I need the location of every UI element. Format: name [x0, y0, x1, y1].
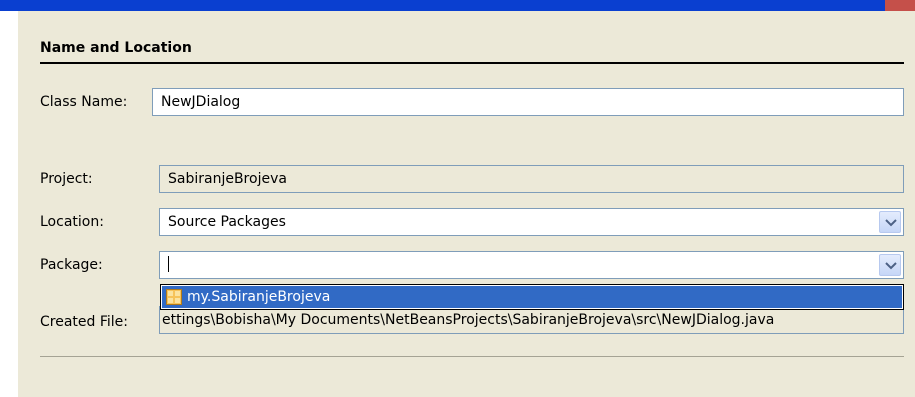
- bottom-divider: [40, 356, 904, 357]
- location-combo[interactable]: Source Packages: [159, 208, 904, 236]
- created-file-field: ettings\Bobisha\My Documents\NetBeansPro…: [159, 306, 904, 334]
- dialog-panel: [18, 11, 915, 397]
- location-dropdown-button[interactable]: [879, 211, 901, 233]
- project-label: Project:: [40, 171, 93, 187]
- chevron-down-icon: [885, 262, 897, 270]
- package-icon: [166, 289, 182, 305]
- package-dropdown-button[interactable]: [879, 254, 901, 276]
- class-name-input[interactable]: NewJDialog: [152, 88, 904, 116]
- package-label: Package:: [40, 257, 103, 273]
- location-value: Source Packages: [168, 214, 286, 230]
- project-field: SabiranjeBrojeva: [159, 165, 904, 193]
- section-title: Name and Location: [40, 40, 192, 56]
- class-name-label: Class Name:: [40, 94, 128, 110]
- package-dropdown-list: my.SabiranjeBrojeva: [160, 284, 904, 310]
- left-pane: [0, 11, 18, 397]
- dropdown-option-label: my.SabiranjeBrojeva: [187, 289, 331, 305]
- dropdown-option-my-sabiranjebrojeva[interactable]: my.SabiranjeBrojeva: [162, 286, 902, 308]
- window-titlebar: [0, 0, 915, 11]
- text-caret: [168, 256, 169, 272]
- section-divider: [40, 62, 904, 64]
- close-button-edge[interactable]: [885, 0, 915, 11]
- package-combo[interactable]: [159, 251, 904, 279]
- created-file-label: Created File:: [40, 314, 128, 330]
- location-label: Location:: [40, 214, 104, 230]
- chevron-down-icon: [885, 219, 897, 227]
